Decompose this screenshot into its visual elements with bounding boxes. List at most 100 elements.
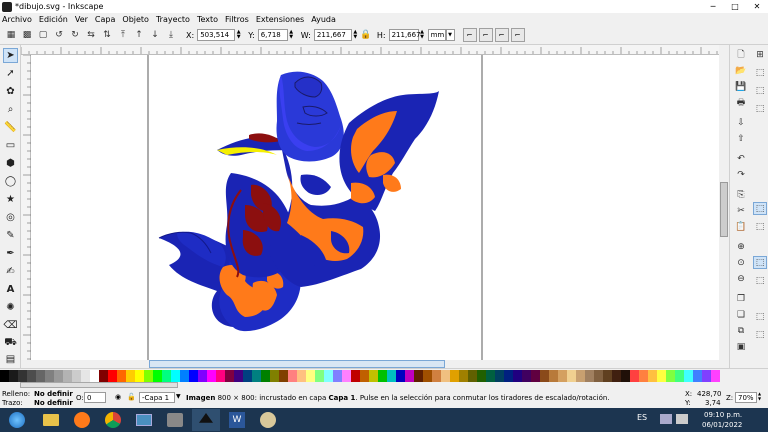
palette-swatch[interactable] [144, 370, 153, 382]
language-indicator[interactable]: ES [637, 413, 647, 422]
palette-swatch[interactable] [441, 370, 450, 382]
stroke-value[interactable]: No definir [34, 399, 73, 407]
horizontal-scroll-thumb[interactable] [149, 360, 445, 368]
menu-filtros[interactable]: Filtros [225, 15, 249, 24]
palette-swatch[interactable] [135, 370, 144, 382]
fill-value[interactable]: No definir [34, 390, 73, 398]
palette-swatch[interactable] [621, 370, 630, 382]
palette-swatch[interactable] [594, 370, 603, 382]
y-input[interactable]: 6,718 [257, 29, 288, 41]
zoom-tool-icon[interactable]: ⌕ [3, 102, 18, 117]
snap-nodes-icon[interactable]: ⬚ [753, 202, 767, 215]
calligraphy-tool-icon[interactable]: ✍ [3, 264, 18, 279]
zoom-selection-icon[interactable]: ⊕ [734, 240, 748, 253]
palette-swatch[interactable] [252, 370, 261, 382]
menu-capa[interactable]: Capa [95, 15, 115, 24]
palette-swatch[interactable] [9, 370, 18, 382]
horizontal-scrollbar[interactable] [31, 360, 719, 368]
palette-swatch[interactable] [72, 370, 81, 382]
palette-swatch[interactable] [288, 370, 297, 382]
clone-icon[interactable]: ❏ [734, 308, 748, 321]
palette-swatch[interactable] [315, 370, 324, 382]
new-document-icon[interactable]: 🗋 [734, 48, 748, 61]
spiral-tool-icon[interactable]: ◎ [3, 210, 18, 225]
palette-swatch[interactable] [378, 370, 387, 382]
snap-paths-icon[interactable]: ⬚ [753, 220, 767, 233]
palette-swatch[interactable] [630, 370, 639, 382]
h-spinner[interactable]: ▲ ▼ [419, 29, 426, 41]
palette-swatch[interactable] [540, 370, 549, 382]
palette-swatch[interactable] [90, 370, 99, 382]
undo-icon[interactable]: ↶ [734, 152, 748, 165]
rotate-ccw-icon[interactable]: ↺ [52, 28, 66, 42]
print-icon[interactable]: 🖶 [734, 96, 748, 109]
palette-swatch[interactable] [270, 370, 279, 382]
palette-swatch[interactable] [549, 370, 558, 382]
menu-ver[interactable]: Ver [75, 15, 88, 24]
node-tool-icon[interactable]: ➚ [3, 66, 18, 81]
zoom-input[interactable]: 70% [735, 392, 757, 403]
measure-tool-icon[interactable]: 📏 [3, 120, 18, 135]
palette-swatch[interactable] [279, 370, 288, 382]
palette-swatch[interactable] [711, 370, 720, 382]
palette-swatch[interactable] [486, 370, 495, 382]
rectangle-tool-icon[interactable]: ▭ [3, 138, 18, 153]
clock-time[interactable]: 09:10 p.m. [704, 411, 742, 419]
zoom-page-icon[interactable]: ⊖ [734, 272, 748, 285]
paint-icon[interactable] [254, 409, 282, 431]
lower-icon[interactable]: ↓ [148, 28, 162, 42]
palette-swatch[interactable] [207, 370, 216, 382]
pen-tool-icon[interactable]: ✒ [3, 246, 18, 261]
palette-swatch[interactable] [558, 370, 567, 382]
flip-vertical-icon[interactable]: ⇅ [100, 28, 114, 42]
palette-swatch[interactable] [675, 370, 684, 382]
palette-swatch[interactable] [261, 370, 270, 382]
pencil-tool-icon[interactable]: ✎ [3, 228, 18, 243]
palette-swatch[interactable] [36, 370, 45, 382]
palette-swatch[interactable] [0, 370, 9, 382]
copy-icon[interactable]: ⎘ [734, 188, 748, 201]
palette-swatch[interactable] [477, 370, 486, 382]
import-icon[interactable]: ⇩ [734, 116, 748, 129]
palette-swatch[interactable] [360, 370, 369, 382]
star-tool-icon[interactable]: ★ [3, 192, 18, 207]
vertical-scroll-thumb[interactable] [720, 182, 728, 237]
palette-swatch[interactable] [297, 370, 306, 382]
menu-texto[interactable]: Texto [197, 15, 218, 24]
h-input[interactable]: 211,667 [388, 29, 421, 41]
lower-to-bottom-icon[interactable]: ⤓ [164, 28, 178, 42]
zoom-drawing-icon[interactable]: ⊙ [734, 256, 748, 269]
window-switcher-icon[interactable] [130, 409, 158, 431]
palette-swatch[interactable] [513, 370, 522, 382]
start-button[interactable] [0, 409, 34, 431]
palette-swatch[interactable] [54, 370, 63, 382]
palette-swatch[interactable] [657, 370, 666, 382]
scale-corners-icon[interactable]: ⌐ [478, 28, 493, 42]
firefox-icon[interactable] [68, 409, 96, 431]
vertical-scrollbar[interactable] [719, 45, 729, 368]
cut-icon[interactable]: ✂ [734, 204, 748, 217]
deselect-icon[interactable]: ▢ [36, 28, 50, 42]
eye-icon[interactable]: ◉ [115, 393, 121, 401]
volume-icon[interactable] [676, 414, 688, 424]
rotate-cw-icon[interactable]: ↻ [68, 28, 82, 42]
scale-stroke-icon[interactable]: ⌐ [462, 28, 477, 42]
lock-ratio-icon[interactable]: 🔒 [359, 28, 373, 42]
media-icon[interactable] [161, 409, 189, 431]
palette-swatch[interactable] [18, 370, 27, 382]
palette-swatch[interactable] [522, 370, 531, 382]
raise-to-top-icon[interactable]: ⤒ [116, 28, 130, 42]
palette-swatch[interactable] [81, 370, 90, 382]
unit-select[interactable]: mm [427, 29, 446, 41]
raise-icon[interactable]: ↑ [132, 28, 146, 42]
drawing-canvas[interactable] [31, 55, 719, 360]
palette-swatch[interactable] [567, 370, 576, 382]
open-icon[interactable]: 📂 [734, 64, 748, 77]
chrome-icon[interactable] [99, 409, 127, 431]
chevron-down-icon[interactable]: ▼ [445, 29, 455, 41]
layer-dropdown-icon[interactable]: ▼ [176, 393, 181, 400]
snap-edges-icon[interactable]: ⬚ [753, 84, 767, 97]
menu-archivo[interactable]: Archivo [2, 15, 32, 24]
save-icon[interactable]: 💾 [734, 80, 748, 93]
palette-swatch[interactable] [396, 370, 405, 382]
